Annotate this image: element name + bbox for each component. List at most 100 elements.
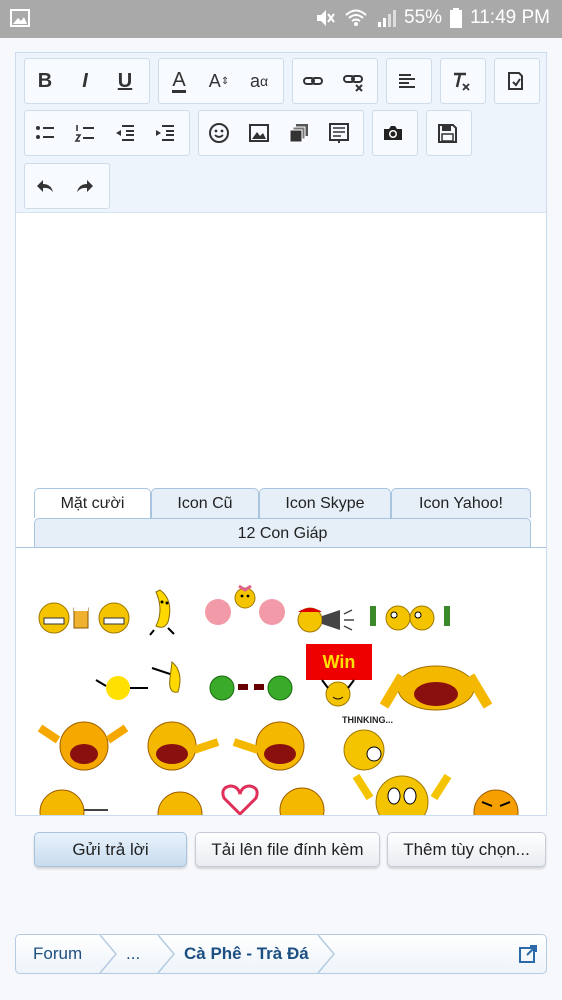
battery-percent: 55% xyxy=(404,7,443,28)
redo-icon xyxy=(77,180,93,192)
media-icon xyxy=(289,124,308,143)
link-button[interactable] xyxy=(293,59,333,103)
breadcrumb-ellipsis[interactable]: ... xyxy=(126,935,140,973)
banana-dance-smiley[interactable] xyxy=(146,586,182,636)
breadcrumb-separator xyxy=(317,935,335,973)
win-sign[interactable]: Win xyxy=(306,644,372,680)
breadcrumb-separator xyxy=(99,935,117,973)
font-color-button[interactable]: A xyxy=(159,59,199,103)
tab-label: 12 Con Giáp xyxy=(237,524,328,542)
battery-icon xyxy=(450,8,463,28)
breadcrumb-forum-label: Forum xyxy=(33,944,83,963)
image-icon xyxy=(249,124,269,142)
breadcrumb-ellipsis-label: ... xyxy=(126,944,141,963)
clear-format-group xyxy=(440,58,486,104)
outdent-button[interactable] xyxy=(105,111,145,155)
more-options-label: Thêm tùy chọn... xyxy=(403,839,530,859)
tab-12-con-giap[interactable]: 12 Con Giáp xyxy=(34,518,531,548)
more-options-button[interactable]: Thêm tùy chọn... xyxy=(387,832,546,867)
clear-format-button[interactable] xyxy=(441,59,481,103)
tab-icon-yahoo[interactable]: Icon Yahoo! xyxy=(391,488,531,518)
angry-yell-smiley[interactable] xyxy=(36,716,130,772)
message-textarea[interactable] xyxy=(16,214,546,484)
italic-button[interactable]: I xyxy=(65,59,105,103)
align-left-icon xyxy=(399,74,415,88)
tab-label: Icon Cũ xyxy=(177,494,233,512)
beer-toast-smiley[interactable] xyxy=(368,600,452,634)
redo-button[interactable] xyxy=(65,164,105,208)
font-family-button[interactable]: aα xyxy=(239,59,279,103)
breadcrumb: Forum ... Cà Phê - Trà Đá xyxy=(15,934,547,974)
breadcrumb-forum[interactable]: Forum xyxy=(33,935,82,973)
smilie-tabs: Mặt cười Icon Cũ Icon Skype Icon Yahoo! … xyxy=(16,486,546,548)
status-bar: 55% 11:49 PM xyxy=(0,0,562,38)
text-style-group: B I U xyxy=(24,58,150,104)
list-group xyxy=(24,110,190,156)
breadcrumb-current[interactable]: Cà Phê - Trà Đá xyxy=(184,935,309,973)
laughing-point-smiley[interactable] xyxy=(138,716,222,772)
link-icon xyxy=(303,77,323,85)
numbered-list-button[interactable] xyxy=(65,111,105,155)
smiley-icon xyxy=(209,123,229,143)
bold-icon: B xyxy=(37,69,53,92)
camera-button[interactable] xyxy=(373,111,413,155)
unlink-button[interactable] xyxy=(333,59,373,103)
cheers-smiley[interactable] xyxy=(36,598,134,636)
laughing-point-left-smiley[interactable] xyxy=(230,716,314,772)
megaphone-smiley[interactable] xyxy=(296,604,356,634)
tab-mat-cuoi[interactable]: Mặt cười xyxy=(34,488,151,518)
font-group: A A ⇕ aα xyxy=(158,58,284,104)
smilie-button[interactable] xyxy=(199,111,239,155)
external-link-icon[interactable] xyxy=(518,944,538,964)
bold-button[interactable]: B xyxy=(25,59,65,103)
history-group xyxy=(24,163,110,209)
save-group xyxy=(426,110,472,156)
tab-label: Icon Skype xyxy=(285,494,365,512)
screaming-smiley[interactable] xyxy=(380,656,492,712)
submit-reply-label: Gửi trả lời xyxy=(72,839,149,859)
rich-text-editor: B I U A A ⇕ aα Mặt cười Icon Cũ Icon Sky… xyxy=(15,52,547,816)
tab-icon-cu[interactable]: Icon Cũ xyxy=(151,488,259,518)
worried-smiley[interactable] xyxy=(142,788,222,815)
tab-label: Mặt cười xyxy=(60,494,125,512)
font-size-button[interactable]: A ⇕ xyxy=(199,59,239,103)
sunglasses-smiley[interactable] xyxy=(206,672,296,702)
wifi-icon xyxy=(345,9,367,26)
clock: 11:49 PM xyxy=(470,7,550,28)
font-size-icon: A xyxy=(208,70,221,91)
bullet-list-button[interactable] xyxy=(25,111,65,155)
editor-toolbar: B I U A A ⇕ aα xyxy=(16,53,546,213)
unlink-icon xyxy=(343,75,363,92)
thinking-label: THINKING... xyxy=(342,715,393,725)
cheerleader-smiley[interactable] xyxy=(204,582,286,632)
save-draft-button[interactable] xyxy=(427,111,467,155)
quote-button[interactable] xyxy=(319,111,359,155)
submit-reply-button[interactable]: Gửi trả lời xyxy=(34,832,187,867)
paste-button[interactable] xyxy=(495,59,535,103)
signal-icon xyxy=(378,10,397,27)
align-button[interactable] xyxy=(387,59,427,103)
font-family-icon: a xyxy=(249,70,260,91)
mad-smiley[interactable] xyxy=(466,786,526,815)
grumpy-smiley[interactable] xyxy=(36,786,112,815)
paste-group xyxy=(494,58,540,104)
link-group xyxy=(292,58,378,104)
fight-smiley[interactable] xyxy=(92,658,192,704)
image-button[interactable] xyxy=(239,111,279,155)
outdent-icon xyxy=(116,125,134,141)
upload-attachment-button[interactable]: Tải lên file đính kèm xyxy=(195,832,380,867)
thinking-smiley[interactable] xyxy=(336,726,396,772)
clear-format-icon xyxy=(454,72,470,91)
heart-icon[interactable] xyxy=(220,784,260,815)
breadcrumb-separator xyxy=(157,935,175,973)
numbered-list-icon xyxy=(74,125,94,142)
win-smiley[interactable] xyxy=(318,678,358,708)
tab-icon-skype[interactable]: Icon Skype xyxy=(259,488,391,518)
shocked-smiley[interactable] xyxy=(346,772,458,815)
undo-button[interactable] xyxy=(25,164,65,208)
underline-button[interactable]: U xyxy=(105,59,145,103)
media-button[interactable] xyxy=(279,111,319,155)
gallery-icon xyxy=(10,9,30,27)
indent-button[interactable] xyxy=(145,111,185,155)
scared-smiley[interactable] xyxy=(272,784,332,815)
